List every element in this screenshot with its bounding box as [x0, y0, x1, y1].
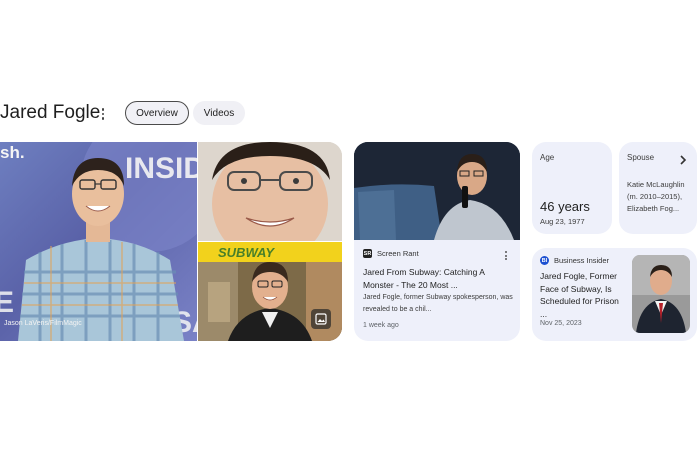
bi-date: Nov 25, 2023 — [540, 320, 582, 327]
photo-credit: Jason LaVeris/FilmMagic — [4, 320, 82, 327]
more-vert-icon[interactable] — [505, 251, 508, 260]
news-source: SR Screen Rant — [363, 249, 419, 258]
svg-text:E: E — [0, 286, 14, 319]
chevron-right-icon[interactable] — [679, 152, 687, 170]
bi-source-name: Business Insider — [554, 256, 610, 265]
entity-title: Jared Fogle — [0, 102, 101, 123]
main-photo-drawing: INSIDE OUT sh. E SA — [0, 142, 197, 341]
tab-videos[interactable]: Videos — [193, 101, 245, 125]
age-label: Age — [540, 153, 555, 162]
news-card-business-insider[interactable]: BI Business Insider Jared Fogle, Former … — [532, 248, 697, 341]
shop-sign-text: SUBWAY — [218, 245, 275, 260]
business-insider-logo-icon: BI — [540, 256, 549, 265]
bi-thumbnail — [632, 255, 690, 333]
news-snippet: Jared Fogle, former Subway spokesperson,… — [363, 294, 513, 313]
bi-headline: Jared Fogle, Former Face of Subway, Is S… — [540, 271, 619, 319]
age-value: 46 years — [540, 199, 590, 214]
spouse-label: Spouse — [627, 153, 655, 162]
face-photo[interactable] — [198, 142, 342, 241]
image-icon[interactable] — [311, 309, 331, 329]
main-photo[interactable]: INSIDE OUT sh. E SA — [0, 142, 197, 341]
birth-date: Aug 23, 1977 — [540, 217, 585, 226]
news-source-name: Screen Rant — [377, 249, 419, 258]
news-date: 1 week ago — [363, 322, 399, 329]
face-photo-drawing — [198, 142, 342, 241]
tab-overview[interactable]: Overview — [125, 101, 189, 125]
bi-source: BI Business Insider — [540, 256, 609, 265]
fact-card-age[interactable]: Age 46 years Aug 23, 1977 — [532, 142, 612, 234]
news-card-screen-rant[interactable]: SR Screen Rant Jared From Subway: Catchi… — [354, 142, 520, 341]
news-headline: Jared From Subway: Catching A Monster - … — [363, 267, 485, 290]
backdrop-text-1: INSIDE OUT — [125, 152, 197, 185]
backdrop-text-2: sh. — [0, 143, 25, 162]
fact-card-spouse[interactable]: Spouse Katie McLaughlin (m. 2010–2015), … — [619, 142, 697, 234]
news-card-image — [354, 142, 520, 240]
spouse-names: Katie McLaughlin (m. 2010–2015), Elizabe… — [627, 180, 685, 213]
more-vert-icon[interactable] — [99, 106, 107, 122]
screen-rant-logo-icon: SR — [363, 249, 372, 258]
